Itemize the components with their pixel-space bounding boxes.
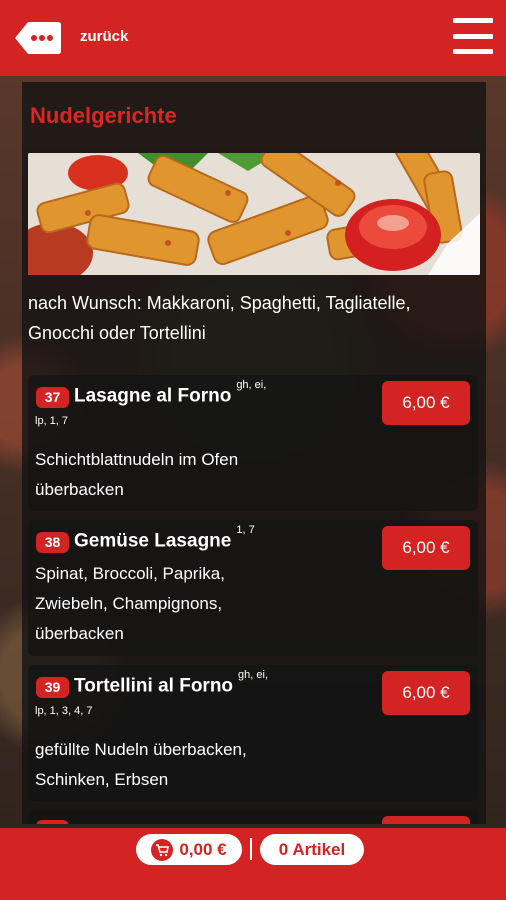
item-number-badge	[36, 820, 69, 824]
menu-item-card[interactable]: 37 Lasagne al Fornogh, ei, lp, 1, 7 6,00…	[28, 375, 478, 511]
add-to-cart-price-button[interactable]: 6,00 €	[382, 526, 470, 570]
top-bar: zurück	[0, 0, 506, 76]
item-name: Lasagne al Fornogh, ei,	[74, 379, 267, 407]
add-to-cart-price-button[interactable]: 6,00 €	[382, 671, 470, 715]
bottom-bar: 0,00 € 0 Artikel	[0, 828, 506, 900]
cart-total-button[interactable]: 0,00 €	[136, 834, 242, 865]
menu-item-card[interactable]: 39 Tortellini al Fornogh, ei, lp, 1, 3, …	[28, 665, 478, 801]
footer-separator	[250, 838, 252, 860]
cart-icon	[151, 838, 174, 861]
item-description: Schichtblattnudeln im Ofen überbacken	[35, 450, 239, 499]
item-name: Gemüse Lasagne1, 7	[74, 524, 255, 552]
menu-item-card[interactable]: 38 Gemüse Lasagne1, 7 6,00 € Spinat, Bro…	[28, 520, 478, 656]
intro-text: nach Wunsch: Makkaroni, Spaghetti, Tagli…	[28, 293, 411, 343]
menu-content-panel: Nudelgerichte nach Wunsch: Makkaroni, Sp…	[22, 82, 486, 824]
item-allergens-line: lp, 1, 3, 4, 7	[35, 705, 93, 717]
item-allergens: gh, ei,	[236, 379, 267, 391]
section-title: Nudelgerichte	[30, 103, 177, 128]
item-description: gefüllte Nudeln überbacken, Schinken, Er…	[35, 740, 247, 789]
pasta-banner-image	[28, 153, 480, 275]
back-label[interactable]: zurück	[80, 28, 128, 45]
item-allergens: gh, ei,	[238, 669, 269, 681]
cart-total: 0,00 €	[179, 839, 227, 859]
cart-items-button[interactable]: 0 Artikel	[260, 834, 364, 865]
item-number-badge: 37	[36, 387, 69, 408]
item-description: Spinat, Broccoli, Paprika, Zwiebeln, Cha…	[35, 564, 225, 643]
item-allergens-line: lp, 1, 7	[35, 415, 69, 427]
menu-item-card[interactable]	[28, 810, 478, 824]
back-dots-icon	[15, 22, 61, 54]
item-name: Tortellini al Fornogh, ei,	[74, 669, 269, 697]
hamburger-menu-icon[interactable]	[453, 18, 493, 54]
item-number-badge: 38	[36, 532, 69, 553]
item-number-badge: 39	[36, 677, 69, 698]
add-to-cart-price-button[interactable]: 6,00 €	[382, 381, 470, 425]
item-allergens: 1, 7	[236, 524, 255, 536]
add-to-cart-price-button[interactable]	[382, 816, 470, 824]
back-button[interactable]	[14, 20, 62, 56]
